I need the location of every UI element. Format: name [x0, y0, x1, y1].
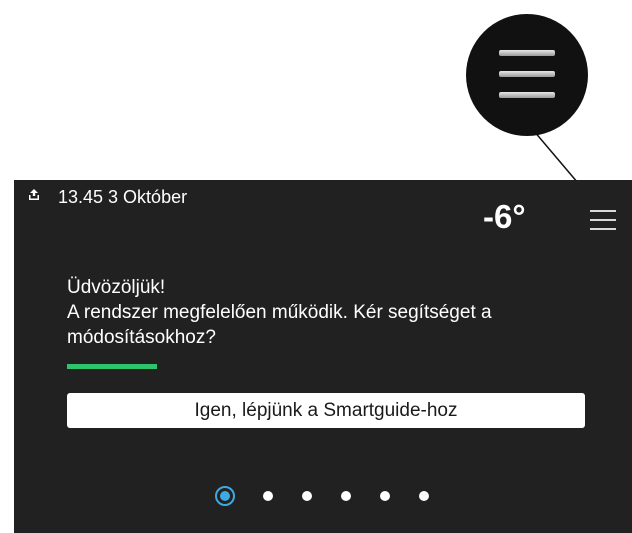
page-dot[interactable] [380, 491, 390, 501]
smartguide-button[interactable]: Igen, lépjünk a Smartguide-hoz [67, 393, 585, 428]
outdoor-temperature: -6° [483, 198, 526, 235]
page-dot[interactable] [263, 491, 273, 501]
progress-bar [67, 364, 157, 369]
welcome-body: A rendszer megfelelően működik. Kér segí… [67, 302, 492, 348]
welcome-message: Üdvözöljük! A rendszer megfelelően működ… [67, 275, 587, 350]
page-dot[interactable] [419, 491, 429, 501]
page-dot[interactable] [341, 491, 351, 501]
page-dot[interactable] [302, 491, 312, 501]
upload-icon [29, 189, 39, 200]
menu-button[interactable] [590, 210, 616, 232]
page-dot-active[interactable] [215, 486, 235, 506]
welcome-title: Üdvözöljük! [67, 277, 166, 298]
date-time: 13.45 3 Október [58, 187, 188, 207]
display-screen: 13.45 3 Október -6° Üdvözöljük! A rendsz… [14, 180, 632, 533]
